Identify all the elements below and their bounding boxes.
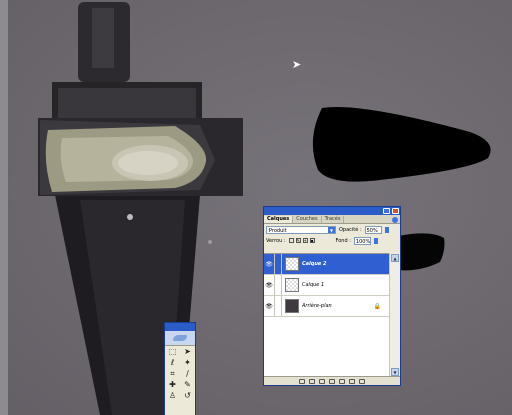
tab-channels[interactable]: Couches	[293, 216, 322, 223]
layer-thumbnail	[285, 299, 299, 313]
opacity-slider-arrow-icon[interactable]	[384, 226, 389, 233]
tool-grid: ⬚ ➤ ℓ ✦ ⌗ ∕ ✚ ✎ ♙ ↺	[165, 346, 195, 402]
layer-row-calque-2[interactable]: 👁 Calque 2	[264, 254, 389, 275]
link-layers-icon[interactable]	[299, 378, 305, 384]
minimize-icon[interactable]	[383, 208, 390, 214]
lock-position-icon[interactable]: +	[302, 238, 308, 243]
layers-scrollbar[interactable]: ▲ ▼	[389, 253, 400, 377]
tools-titlebar[interactable]	[165, 323, 195, 331]
lock-all-icon[interactable]: ▪	[309, 238, 315, 243]
blend-mode-value: Produit	[269, 227, 287, 234]
arrow-cursor-icon: ➤	[292, 58, 302, 71]
tab-paths[interactable]: Tracés	[322, 216, 345, 223]
layer-mask-icon[interactable]	[319, 378, 325, 384]
marquee-tool-icon[interactable]: ⬚	[166, 347, 179, 357]
document-canvas[interactable]: ➤	[0, 0, 512, 415]
new-layer-icon[interactable]	[349, 378, 355, 384]
history-brush-tool-icon[interactable]: ↺	[181, 391, 194, 401]
layer-name: Calque 2	[302, 261, 327, 267]
layer-thumbnail	[285, 257, 299, 271]
lock-icon: 🔒	[373, 302, 381, 310]
scroll-down-icon[interactable]: ▼	[391, 368, 399, 376]
brush-tool-icon[interactable]: ✎	[181, 380, 194, 390]
chevron-down-icon: ▼	[328, 226, 335, 233]
crop-tool-icon[interactable]: ⌗	[166, 369, 179, 379]
lock-transparency-icon[interactable]	[288, 238, 294, 243]
palette-tabs: Calques Couches Tracés	[264, 215, 400, 224]
layer-name: Arrière-plan	[302, 303, 332, 309]
blend-row: Produit ▼ Opacité : 50%	[264, 224, 400, 235]
slice-tool-icon[interactable]: ∕	[181, 369, 194, 379]
layer-row-background[interactable]: 👁 Arrière-plan 🔒	[264, 296, 389, 317]
lock-pixels-icon[interactable]: ✎	[295, 238, 301, 243]
link-slot[interactable]	[275, 296, 282, 316]
blend-mode-select[interactable]: Produit ▼	[266, 225, 336, 234]
fill-label: Fond :	[335, 237, 351, 244]
opacity-label: Opacité :	[339, 226, 362, 233]
palette-titlebar[interactable]	[264, 207, 400, 215]
move-tool-icon[interactable]: ➤	[181, 347, 194, 357]
scroll-up-icon[interactable]: ▲	[391, 254, 399, 262]
layers-list: 👁 Calque 2 👁 Calque 1 👁 Arrière-plan 🔒	[264, 253, 389, 378]
palette-menu-icon[interactable]	[392, 217, 398, 223]
adjustment-layer-icon[interactable]	[329, 378, 335, 384]
tools-palette: ⬚ ➤ ℓ ✦ ⌗ ∕ ✚ ✎ ♙ ↺	[164, 322, 196, 415]
healing-brush-tool-icon[interactable]: ✚	[166, 380, 179, 390]
tab-layers[interactable]: Calques	[264, 216, 294, 223]
close-icon[interactable]	[392, 208, 399, 214]
lasso-tool-icon[interactable]: ℓ	[166, 358, 179, 368]
eye-icon[interactable]: 👁	[264, 296, 275, 316]
fill-slider-arrow-icon[interactable]	[373, 237, 378, 244]
trash-icon[interactable]	[359, 378, 365, 384]
layers-palette: Calques Couches Tracés Produit ▼ Opacité…	[263, 206, 401, 386]
eye-icon[interactable]: 👁	[264, 275, 275, 295]
opacity-input[interactable]: 50%	[364, 225, 382, 234]
new-group-icon[interactable]	[339, 378, 345, 384]
magic-wand-tool-icon[interactable]: ✦	[181, 358, 194, 368]
layer-thumbnail	[285, 278, 299, 292]
lock-row: Verrou : ✎ + ▪ Fond : 100%	[264, 235, 400, 246]
scanned-knife-image	[38, 2, 491, 415]
lock-label: Verrou :	[266, 237, 286, 244]
layer-style-icon[interactable]	[309, 378, 315, 384]
link-slot[interactable]	[275, 275, 282, 295]
layer-row-calque-1[interactable]: 👁 Calque 1	[264, 275, 389, 296]
photoshop-feather-logo[interactable]	[165, 331, 195, 346]
fill-input[interactable]: 100%	[353, 236, 371, 245]
lock-options: ✎ + ▪	[288, 238, 315, 243]
eye-icon[interactable]: 👁	[264, 254, 275, 274]
palette-footer	[264, 376, 400, 385]
stamp-tool-icon[interactable]: ♙	[166, 391, 179, 401]
layer-name: Calque 1	[302, 282, 325, 288]
link-slot[interactable]	[275, 254, 282, 274]
